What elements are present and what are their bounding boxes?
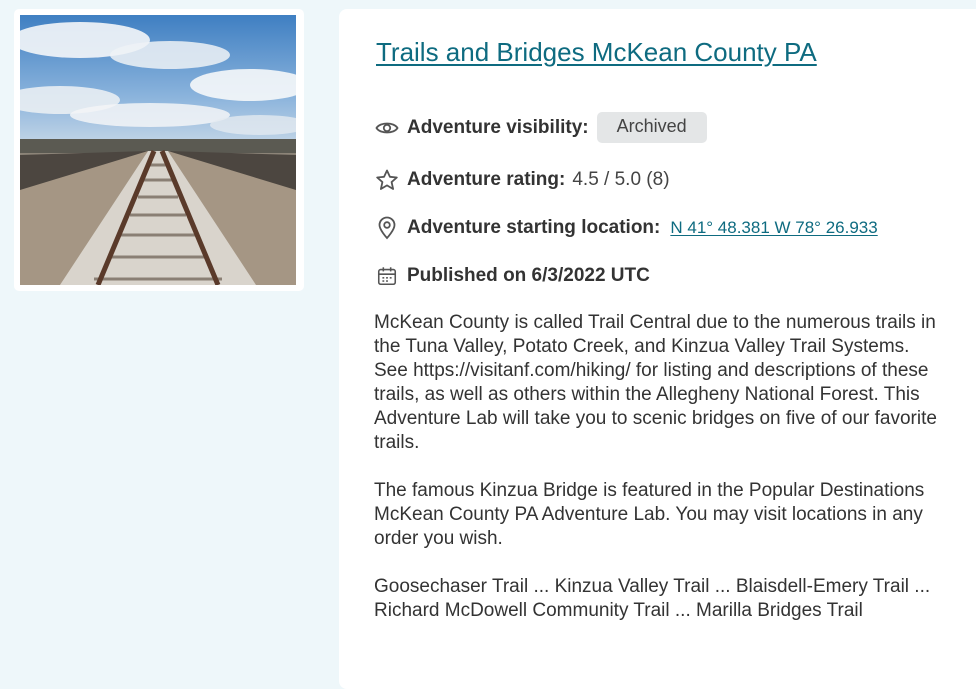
description-paragraph: Goosechaser Trail ... Kinzua Valley Trai…: [374, 576, 931, 621]
visibility-badge: Archived: [596, 112, 707, 143]
adventure-thumbnail-card: [14, 9, 304, 291]
published-row: Published on 6/3/2022 UTC: [375, 264, 650, 288]
visibility-label: Adventure visibility:: [407, 116, 589, 138]
location-coordinates-link[interactable]: N 41° 48.381 W 78° 26.933: [670, 218, 877, 238]
rating-label: Adventure rating:: [407, 169, 566, 190]
description-paragraph: The famous Kinzua Bridge is featured in …: [374, 480, 925, 549]
eye-icon: [375, 116, 399, 140]
adventure-description: McKean County is called Trail Central du…: [374, 311, 944, 647]
location-row: Adventure starting location: N 41° 48.38…: [375, 216, 878, 240]
adventure-details-card: Trails and Bridges McKean County PA Adve…: [339, 9, 976, 689]
railroad-bridge-photo: [20, 15, 296, 285]
star-icon: [375, 168, 399, 192]
visibility-row: Adventure visibility: Archived: [375, 112, 707, 143]
adventure-thumbnail-image[interactable]: [20, 15, 296, 285]
rating-value: 4.5 / 5.0 (8): [572, 169, 670, 190]
calendar-icon: [375, 264, 399, 288]
published-date: Published on 6/3/2022 UTC: [407, 265, 650, 286]
map-pin-icon: [375, 216, 399, 240]
rating-row: Adventure rating: 4.5 / 5.0 (8): [375, 168, 670, 192]
adventure-title-link[interactable]: Trails and Bridges McKean County PA: [376, 37, 817, 68]
description-paragraph: McKean County is called Trail Central du…: [374, 312, 937, 453]
location-label: Adventure starting location:: [407, 217, 661, 238]
